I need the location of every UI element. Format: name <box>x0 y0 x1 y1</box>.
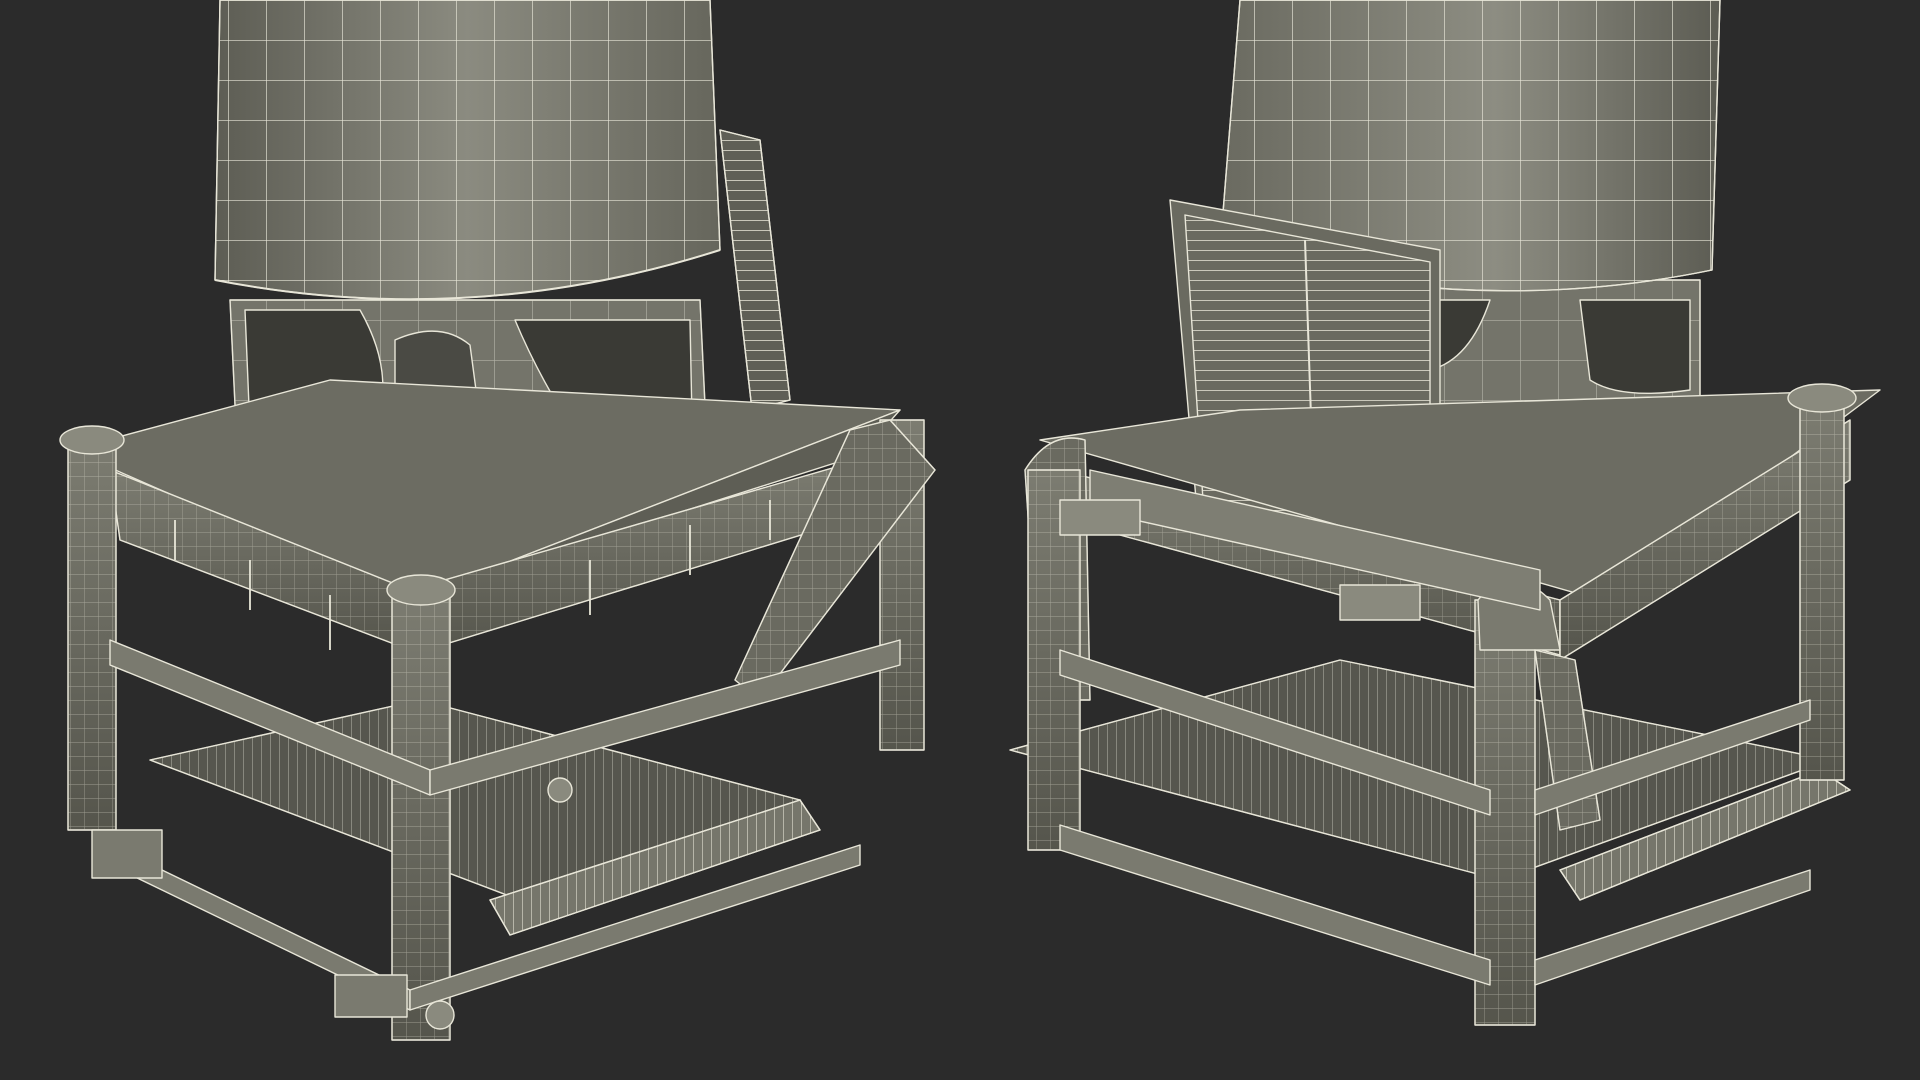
model-right <box>1009 0 1881 1026</box>
render-viewport <box>0 0 1920 1080</box>
model-left <box>59 0 936 1041</box>
wireframe-render <box>59 0 1881 1041</box>
